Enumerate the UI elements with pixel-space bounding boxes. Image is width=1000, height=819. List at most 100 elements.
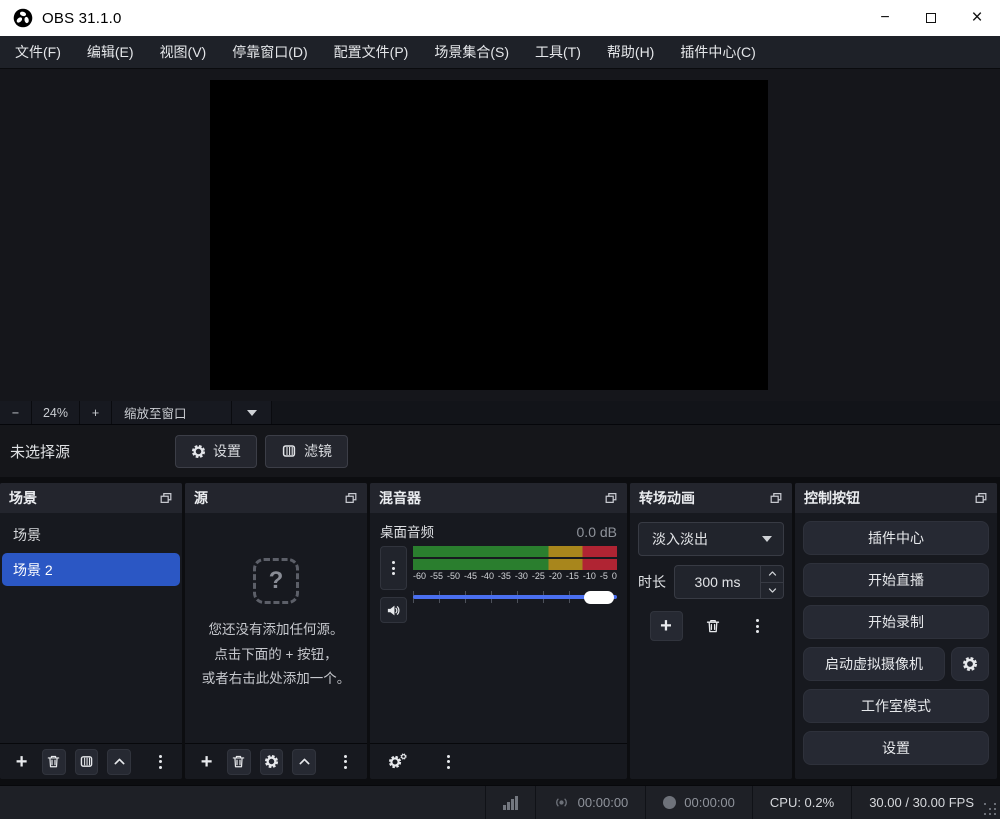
settings-button[interactable]: 设置 [803,731,989,765]
scenes-more-button[interactable] [149,749,172,775]
zoom-fit-mode[interactable]: 缩放至窗口 [112,401,232,424]
popout-icon[interactable] [974,491,988,505]
menu-edit[interactable]: 编辑(E) [74,36,147,68]
stream-time: 00:00:00 [578,795,629,810]
chevron-down-icon [247,410,257,416]
properties-label: 设置 [213,441,241,461]
sources-more-button[interactable] [334,749,357,775]
transition-selected: 淡入淡出 [639,529,708,549]
record-time: 00:00:00 [684,795,735,810]
menu-scene-collection[interactable]: 场景集合(S) [421,36,522,68]
remove-scene-button[interactable] [42,749,66,775]
zoom-mode-dropdown[interactable] [232,401,272,424]
add-scene-button[interactable]: + [10,749,33,775]
popout-icon[interactable] [604,491,618,505]
sources-panel-title: 源 [194,488,208,508]
popout-icon[interactable] [344,491,358,505]
duration-spinner[interactable]: 300 ms [674,565,784,599]
mixer-toolbar [370,743,627,779]
menu-plugin-center[interactable]: 插件中心(C) [667,36,768,68]
menu-tools[interactable]: 工具(T) [522,36,594,68]
speaker-icon [386,603,401,618]
remove-source-button[interactable] [227,749,251,775]
window-title: OBS 31.1.0 [42,10,122,27]
menu-docks[interactable]: 停靠窗口(D) [219,36,320,68]
duration-increase-button[interactable] [761,566,783,583]
gear-icon [264,754,279,769]
start-virtual-camera-button[interactable]: 启动虚拟摄像机 [803,647,945,681]
move-scene-up-button[interactable] [107,749,131,775]
scene-item[interactable]: 场景 [2,518,180,551]
empty-hint-line: 点击下面的 + 按钮， [214,643,337,668]
preview-zoom-bar: − 24% + 缩放至窗口 [0,401,1000,425]
add-transition-button[interactable]: + [650,611,683,641]
virtual-camera-settings-button[interactable] [951,647,989,681]
controls-panel-header: 控制按钮 [795,483,997,513]
chevron-up-icon [767,568,778,579]
start-recording-button[interactable]: 开始录制 [803,605,989,639]
kebab-menu-icon [392,561,395,575]
duration-decrease-button[interactable] [761,583,783,599]
scenes-panel-title: 场景 [9,488,37,508]
resize-grip[interactable] [984,803,996,815]
stream-time-segment: 00:00:00 [535,786,646,819]
dock-area: 场景 场景 场景 2 + 源 [0,480,1000,785]
mute-button[interactable] [380,597,407,623]
signal-bars-icon [503,796,518,810]
channel-options-button[interactable] [380,546,407,590]
advanced-audio-button[interactable] [380,749,410,775]
popout-icon[interactable] [159,491,173,505]
preview-area [0,69,1000,401]
scenes-toolbar: + [0,743,182,779]
start-streaming-button[interactable]: 开始直播 [803,563,989,597]
duration-label: 时长 [638,572,666,592]
gear-icon [191,444,206,459]
add-source-button[interactable]: + [195,749,218,775]
popout-icon[interactable] [769,491,783,505]
scene-filters-button[interactable] [75,749,99,775]
volume-slider-handle[interactable] [584,591,614,604]
menu-help[interactable]: 帮助(H) [594,36,667,68]
record-dot-icon [663,796,676,809]
cpu-usage: CPU: 0.2% [752,786,851,819]
menu-file[interactable]: 文件(F) [2,36,74,68]
audio-channel-name: 桌面音频 [380,521,434,541]
filter-icon [281,443,297,459]
record-time-segment: 00:00:00 [645,786,752,819]
source-properties-button[interactable]: 设置 [175,435,257,468]
scene-item-selected[interactable]: 场景 2 [2,553,180,586]
remove-transition-button[interactable] [698,613,728,639]
close-button[interactable]: × [954,0,1000,36]
maximize-button[interactable] [908,0,954,36]
trash-icon [705,618,721,634]
controls-panel-title: 控制按钮 [804,488,860,508]
chevron-down-icon [762,536,772,542]
chevron-down-icon [767,585,778,596]
zoom-in-button[interactable]: + [80,401,112,424]
broadcast-icon [553,794,570,811]
source-properties-toolbar-button[interactable] [260,749,284,775]
question-mark-icon: ? [253,558,299,604]
volume-meter [413,546,617,570]
sources-empty-state: ? 您还没有添加任何源。 点击下面的 + 按钮， 或者右击此处添加一个。 [185,513,367,743]
meter-bar-left [413,546,617,557]
menu-profile[interactable]: 配置文件(P) [321,36,422,68]
plugin-center-button[interactable]: 插件中心 [803,521,989,555]
mixer-more-button[interactable] [433,749,463,775]
volume-slider[interactable] [413,584,617,610]
move-source-up-button[interactable] [292,749,316,775]
duration-value: 300 ms [675,566,760,598]
empty-hint-line: 您还没有添加任何源。 [209,618,344,643]
kebab-menu-icon [344,755,347,769]
meter-scale: -60-55-50-45-40-35-30-25-20-15-10-50 [413,571,617,581]
source-filters-button[interactable]: 滤镜 [265,435,348,468]
preview-canvas[interactable] [210,80,768,390]
minimize-button[interactable]: − [862,0,908,36]
studio-mode-button[interactable]: 工作室模式 [803,689,989,723]
audio-level-db: 0.0 dB [577,524,617,540]
zoom-out-button[interactable]: − [0,401,32,424]
empty-hint-line: 或者右击此处添加一个。 [202,667,351,692]
transition-select[interactable]: 淡入淡出 [638,522,784,556]
transition-more-button[interactable] [743,613,773,639]
menu-view[interactable]: 视图(V) [147,36,220,68]
